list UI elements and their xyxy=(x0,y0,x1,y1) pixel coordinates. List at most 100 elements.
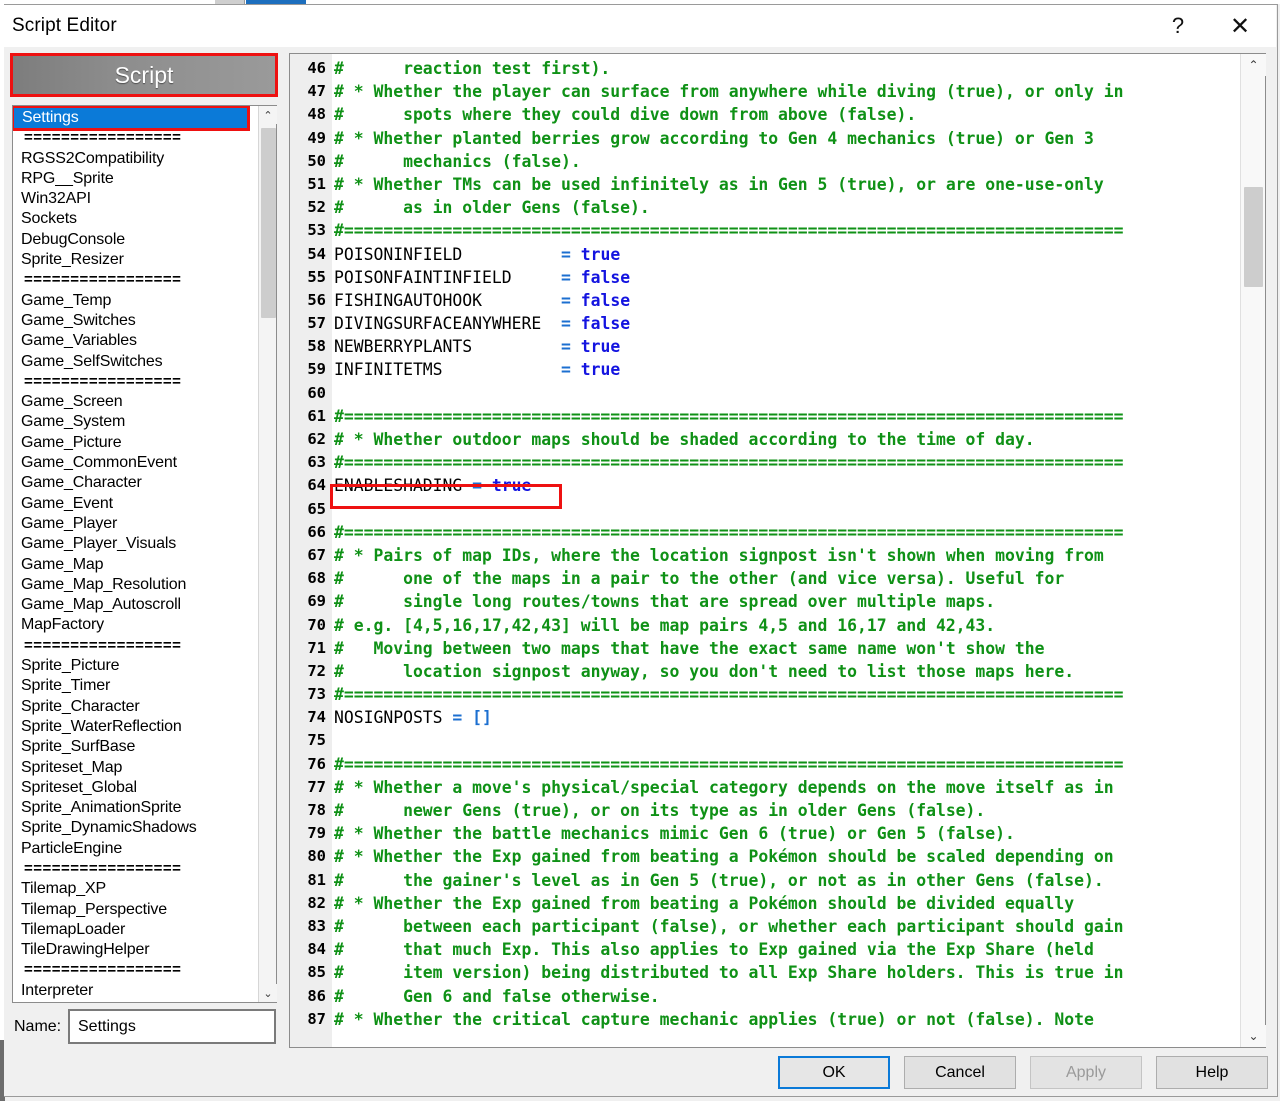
code-line[interactable]: 65 xyxy=(290,498,1240,521)
scrollbar-thumb[interactable] xyxy=(1244,187,1263,287)
script-list-item[interactable]: Game_Screen xyxy=(13,392,258,412)
script-list-item[interactable]: MapFactory xyxy=(13,615,258,635)
script-list-item[interactable]: Win32API xyxy=(13,189,258,209)
script-list-item[interactable]: Sprite_DynamicShadows xyxy=(13,818,258,838)
cancel-button[interactable]: Cancel xyxy=(904,1056,1016,1089)
code-line[interactable]: 69 # single long routes/towns that are sp… xyxy=(290,590,1240,613)
code-line[interactable]: 82 # * Whether the Exp gained from beatin… xyxy=(290,892,1240,915)
script-list[interactable]: Settings ================= RGSS2Compatibil… xyxy=(13,106,258,1002)
code-line[interactable]: 47 # * Whether the player can surface fro… xyxy=(290,80,1240,103)
script-list-item[interactable]: Sprite_Character xyxy=(13,697,258,717)
script-list-item[interactable]: RPG__Sprite xyxy=(13,169,258,189)
script-list-item[interactable]: Game_Player xyxy=(13,514,258,534)
script-list-item[interactable]: Tilemap_XP xyxy=(13,879,258,899)
code-line[interactable]: 83 # between each participant (false), or… xyxy=(290,915,1240,938)
code-line[interactable]: 87 # * Whether the critical capture mecha… xyxy=(290,1008,1240,1031)
code-line[interactable]: 81 # the gainer's level as in Gen 5 (true… xyxy=(290,869,1240,892)
script-list-item[interactable]: Game_System xyxy=(13,412,258,432)
code-line[interactable]: 85 # item version) being distributed to a… xyxy=(290,961,1240,984)
code-line[interactable]: 78 # newer Gens (true), or on its type as… xyxy=(290,799,1240,822)
code-line[interactable]: 84 # that much Exp. This also applies to … xyxy=(290,938,1240,961)
script-list-item[interactable]: Game_Variables xyxy=(13,331,258,351)
code-line[interactable]: 66 #=====================================… xyxy=(290,521,1240,544)
script-list-item[interactable]: Settings xyxy=(13,106,250,132)
script-list-item[interactable]: Sockets xyxy=(13,209,258,229)
script-list-item[interactable]: Sprite_Timer xyxy=(13,676,258,696)
code-line[interactable]: 49 # * Whether planted berries grow accor… xyxy=(290,127,1240,150)
script-list-item[interactable]: Sprite_SurfBase xyxy=(13,737,258,757)
editor-scrollbar[interactable]: ⌃ ⌄ xyxy=(1240,54,1266,1047)
script-list-item[interactable]: Game_Map_Resolution xyxy=(13,575,258,595)
code-line[interactable]: 64 ENABLESHADING = true xyxy=(290,474,1240,497)
help-button[interactable]: Help xyxy=(1156,1056,1268,1089)
name-input[interactable] xyxy=(68,1009,276,1044)
script-list-item[interactable]: Sprite_AnimationSprite xyxy=(13,798,258,818)
code-line[interactable]: 86 # Gen 6 and false otherwise. xyxy=(290,985,1240,1008)
script-header-bar[interactable]: Script xyxy=(10,53,278,97)
script-list-item[interactable]: RGSS2Compatibility xyxy=(13,149,258,169)
script-list-item[interactable]: Spriteset_Map xyxy=(13,758,258,778)
script-list-item[interactable]: Game_SelfSwitches xyxy=(13,352,258,372)
script-list-item[interactable]: Tilemap_Perspective xyxy=(13,900,258,920)
close-icon[interactable]: ✕ xyxy=(1212,5,1268,47)
code-line[interactable]: 76 #=====================================… xyxy=(290,753,1240,776)
code-line[interactable]: 79 # * Whether the battle mechanics mimic… xyxy=(290,822,1240,845)
script-list-item[interactable]: Sprite_Resizer xyxy=(13,250,258,270)
code-line[interactable]: 53 #=====================================… xyxy=(290,219,1240,242)
code-line[interactable]: 68 # one of the maps in a pair to the oth… xyxy=(290,567,1240,590)
code-line[interactable]: 77 # * Whether a move's physical/special … xyxy=(290,776,1240,799)
code-line[interactable]: 58 NEWBERRYPLANTS = true xyxy=(290,335,1240,358)
code-line[interactable]: 73 #=====================================… xyxy=(290,683,1240,706)
code-line[interactable]: 46 # reaction test first). xyxy=(290,57,1240,80)
script-list-item[interactable]: ParticleEngine xyxy=(13,839,258,859)
code-line[interactable]: 59 INFINITETMS = true xyxy=(290,358,1240,381)
chevron-up-icon[interactable]: ⌃ xyxy=(259,106,277,124)
code-line[interactable]: 62 # * Whether outdoor maps should be sha… xyxy=(290,428,1240,451)
script-list-item[interactable]: Game_CommonEvent xyxy=(13,453,258,473)
code-line[interactable]: 50 # mechanics (false). xyxy=(290,150,1240,173)
script-list-item[interactable]: TilemapLoader xyxy=(13,920,258,940)
code-line[interactable]: 61 #=====================================… xyxy=(290,405,1240,428)
name-label: Name: xyxy=(14,1018,62,1035)
script-list-scrollbar[interactable]: ⌃ ⌄ xyxy=(258,106,277,1002)
apply-button[interactable]: Apply xyxy=(1030,1056,1142,1089)
script-list-item[interactable]: Sprite_Picture xyxy=(13,656,258,676)
code-line[interactable]: 52 # as in older Gens (false). xyxy=(290,196,1240,219)
code-area[interactable]: 46 # reaction test first). 47 # * Whether t… xyxy=(290,54,1240,1047)
chevron-up-icon[interactable]: ⌃ xyxy=(1241,54,1266,76)
code-line[interactable]: 70 # e.g. [4,5,16,17,42,43] will be map p… xyxy=(290,614,1240,637)
script-list-item[interactable]: DebugConsole xyxy=(13,230,258,250)
chevron-down-icon[interactable]: ⌄ xyxy=(1241,1025,1266,1047)
code-line[interactable]: 71 # Moving between two maps that have th… xyxy=(290,637,1240,660)
code-line[interactable]: 72 # location signpost anyway, so you don… xyxy=(290,660,1240,683)
script-list-item[interactable]: Game_Player_Visuals xyxy=(13,534,258,554)
help-icon[interactable]: ? xyxy=(1150,5,1206,47)
code-line[interactable]: 75 xyxy=(290,729,1240,752)
code-line[interactable]: 57 DIVINGSURFACEANYWHERE = false xyxy=(290,312,1240,335)
script-list-item[interactable]: Game_Switches xyxy=(13,311,258,331)
code-line[interactable]: 74 NOSIGNPOSTS = [] xyxy=(290,706,1240,729)
code-line[interactable]: 67 # * Pairs of map IDs, where the locati… xyxy=(290,544,1240,567)
script-list-item[interactable]: Game_Event xyxy=(13,494,258,514)
ok-button[interactable]: OK xyxy=(778,1056,890,1089)
code-line[interactable]: 54 POISONINFIELD = true xyxy=(290,243,1240,266)
code-line[interactable]: 48 # spots where they could dive down fro… xyxy=(290,103,1240,126)
script-list-item[interactable]: Spriteset_Global xyxy=(13,778,258,798)
chevron-down-icon[interactable]: ⌄ xyxy=(259,984,277,1002)
script-list-item[interactable]: Interpreter xyxy=(13,981,258,1001)
code-line[interactable]: 63 #=====================================… xyxy=(290,451,1240,474)
script-list-item[interactable]: Sprite_WaterReflection xyxy=(13,717,258,737)
code-line[interactable]: 80 # * Whether the Exp gained from beatin… xyxy=(290,845,1240,868)
script-list-item[interactable]: Game_Character xyxy=(13,473,258,493)
code-line[interactable]: 56 FISHINGAUTOHOOK = false xyxy=(290,289,1240,312)
scrollbar-thumb[interactable] xyxy=(261,128,276,318)
script-list-item[interactable]: Game_Temp xyxy=(13,291,258,311)
code-line[interactable]: 60 xyxy=(290,382,1240,405)
script-list-item[interactable]: Game_Map_Autoscroll xyxy=(13,595,258,615)
script-list-item[interactable]: TileDrawingHelper xyxy=(13,940,258,960)
code-lines[interactable]: 46 # reaction test first). 47 # * Whether t… xyxy=(290,57,1240,1031)
code-line[interactable]: 51 # * Whether TMs can be used infinitely… xyxy=(290,173,1240,196)
script-list-item[interactable]: Game_Picture xyxy=(13,433,258,453)
script-list-item[interactable]: Game_Map xyxy=(13,555,258,575)
code-line[interactable]: 55 POISONFAINTINFIELD = false xyxy=(290,266,1240,289)
